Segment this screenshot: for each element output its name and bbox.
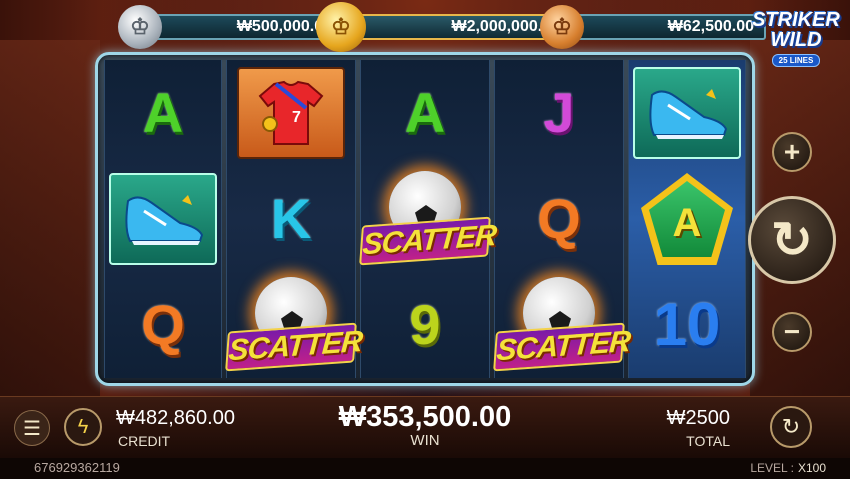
jersey-icon: 7 <box>258 80 324 145</box>
footer <box>0 458 850 479</box>
total-bet-value: ₩2500 <box>666 407 730 429</box>
reel-cell <box>629 60 745 166</box>
symbol-k: K <box>270 187 312 250</box>
symbol-q: Q <box>537 187 581 250</box>
reel-2: 7 K SCATTER <box>225 60 363 378</box>
autoplay-button[interactable]: ↻ <box>770 406 812 448</box>
reel-cell: A <box>629 166 745 272</box>
jackpot-gold: ♔ ₩2,000,000.00 <box>316 2 572 52</box>
scatter-symbol: SCATTER <box>359 167 497 271</box>
logo-lines-badge: 25 LINES <box>771 54 821 67</box>
silver-crown-medal-icon: ♔ <box>118 5 162 49</box>
scatter-label: SCATTER <box>225 322 363 372</box>
scatter-label: SCATTER <box>493 322 631 372</box>
level-indicator: LEVEL : X100 <box>750 461 826 475</box>
symbol-a: A <box>404 81 446 144</box>
reel-4: J Q SCATTER <box>493 60 631 378</box>
level-value: X100 <box>797 461 826 475</box>
reel-cell: 10 <box>629 272 745 378</box>
wild-a-letter: A <box>649 181 725 257</box>
football-boot-icon <box>649 89 728 139</box>
jackpot-bronze-amount: ₩62,500.00 <box>570 14 766 40</box>
jackpot-silver-amount: ₩500,000.00 <box>148 14 344 40</box>
wild-a-symbol: A <box>641 173 733 265</box>
symbol-q: Q <box>141 293 185 356</box>
reel-5: A 10 <box>628 60 746 378</box>
reel-cell: 7 <box>227 60 355 166</box>
game-logo: STRIKER WILD 25 LINES <box>748 10 844 68</box>
session-id: 676929362119 <box>34 460 120 475</box>
jackpot-silver: ♔ ₩500,000.00 <box>118 5 344 49</box>
bet-decrease-button[interactable]: − <box>772 312 812 352</box>
level-label: LEVEL : <box>750 461 794 475</box>
reel-cell: A <box>105 60 221 166</box>
symbol-9: 9 <box>409 293 441 356</box>
reel-cell: Q <box>495 166 623 272</box>
symbol-j: J <box>543 81 575 144</box>
reel-3: A SCATTER 9 <box>359 60 497 378</box>
reel-cell <box>105 166 221 272</box>
football-boot-icon <box>125 195 204 245</box>
boot-symbol <box>633 67 741 159</box>
jersey-number: 7 <box>292 109 301 126</box>
logo-line2: WILD <box>770 29 822 51</box>
shirt-symbol: 7 <box>237 67 345 159</box>
total-bet-label: TOTAL <box>686 433 730 449</box>
gold-crown-medal-icon: ♔ <box>316 2 366 52</box>
symbol-10: 10 <box>653 291 721 358</box>
jackpot-gold-amount: ₩2,000,000.00 <box>352 14 572 40</box>
symbol-a: A <box>142 81 184 144</box>
reel-cell: K <box>227 166 355 272</box>
reel-cell: 9 <box>361 272 489 378</box>
reel-cell: SCATTER <box>359 166 497 272</box>
locker-left <box>0 40 100 400</box>
bronze-crown-medal-icon: ♔ <box>540 5 584 49</box>
boot-symbol <box>109 173 217 265</box>
scatter-symbol: SCATTER <box>225 273 363 377</box>
reel-cell: A <box>361 60 489 166</box>
scatter-symbol: SCATTER <box>493 273 631 377</box>
spin-button[interactable]: ↻ <box>748 196 836 284</box>
reel-grid: A Q 7 K SCATTER A SCATTER 9 J Q SCATTER A 10 <box>104 60 746 378</box>
reel-1: AQ <box>104 60 222 378</box>
scatter-label: SCATTER <box>359 216 497 266</box>
logo-line1: STRIKER <box>752 9 840 31</box>
reel-cell: SCATTER <box>225 272 363 378</box>
reel-cell: SCATTER <box>493 272 631 378</box>
jackpot-bronze: ♔ ₩62,500.00 <box>540 5 766 49</box>
reel-cell: J <box>495 60 623 166</box>
bet-increase-button[interactable]: + <box>772 132 812 172</box>
reel-cell: Q <box>105 272 221 378</box>
